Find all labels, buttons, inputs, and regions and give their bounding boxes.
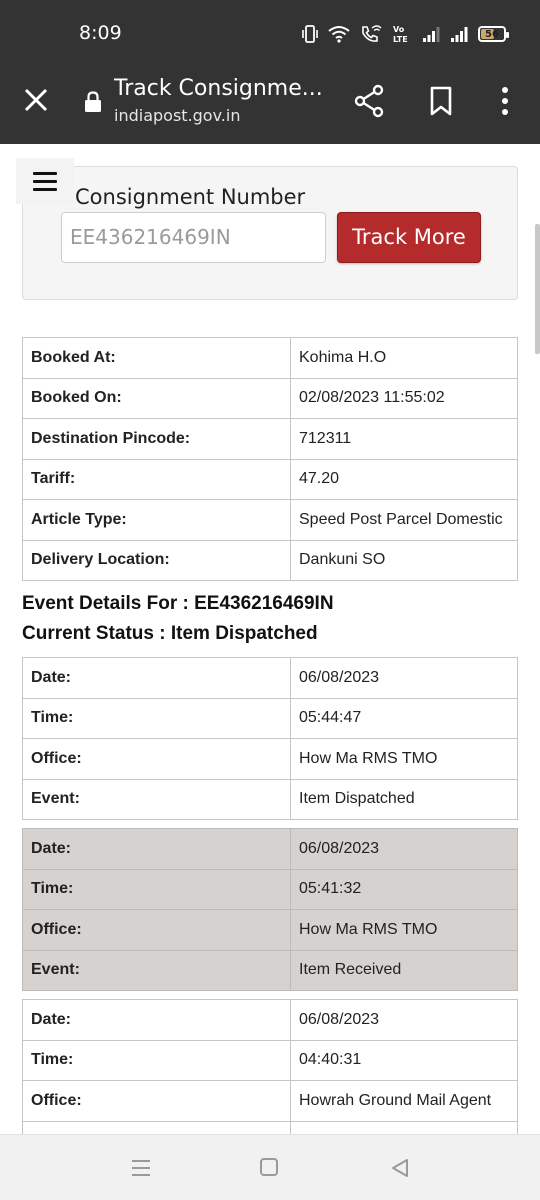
status-icons: Vo LTE 56 — [302, 22, 509, 46]
event-date-value: 06/08/2023 — [290, 999, 518, 1041]
signal-icon — [422, 25, 440, 43]
event-event-value: Item Received — [290, 949, 518, 991]
more-options-icon[interactable] — [495, 84, 515, 118]
web-page-content: Consignment Number EE436216469IN Track M… — [0, 144, 540, 1134]
menu-icon[interactable] — [16, 158, 74, 204]
table-row: Event: Item Dispatched — [22, 778, 518, 820]
browser-toolbar: Track Consignme... indiapost.gov.in — [0, 66, 540, 144]
consignment-search-panel: Consignment Number EE436216469IN Track M… — [22, 166, 518, 300]
consignment-number-input[interactable]: EE436216469IN — [61, 212, 326, 263]
booking-details-table: Booked At: Kohima H.O Booked On: 02/08/2… — [22, 337, 518, 581]
table-row: Booked At: Kohima H.O — [22, 337, 518, 379]
event-office-label: Office: — [22, 738, 291, 780]
recent-apps-icon[interactable] — [131, 1159, 151, 1177]
table-row: Event: Item Received — [22, 949, 518, 991]
event-table: Date: 06/08/2023 Time: 05:44:47 Office: … — [22, 657, 518, 820]
event-date-value: 06/08/2023 — [290, 657, 518, 699]
battery-icon: 56 — [478, 26, 509, 42]
article-type-value: Speed Post Parcel Domestic — [290, 499, 518, 541]
page-scrollbar[interactable] — [535, 224, 540, 354]
table-row: Date: 06/08/2023 — [22, 999, 518, 1041]
event-date-label: Date: — [22, 999, 291, 1041]
track-more-button[interactable]: Track More — [337, 212, 481, 263]
lock-icon[interactable] — [83, 91, 103, 113]
signal-icon — [450, 25, 468, 43]
destination-pincode-value: 712311 — [290, 418, 518, 460]
event-details-heading: Event Details For : EE436216469IN — [22, 593, 334, 614]
event-time-label: Time: — [22, 868, 291, 910]
back-icon[interactable] — [390, 1158, 410, 1178]
svg-text:Vo: Vo — [393, 25, 405, 34]
booked-on-value: 02/08/2023 11:55:02 — [290, 377, 518, 419]
event-event-label: Event: — [22, 778, 291, 820]
close-icon[interactable] — [22, 86, 50, 114]
event-date-label: Date: — [22, 657, 291, 699]
booked-at-value: Kohima H.O — [290, 337, 518, 379]
event-time-label: Time: — [22, 1039, 291, 1081]
bookmark-icon[interactable] — [428, 86, 454, 116]
table-row — [22, 1120, 518, 1134]
event-date-value: 06/08/2023 — [290, 828, 518, 870]
destination-pincode-label: Destination Pincode: — [22, 418, 291, 460]
article-type-label: Article Type: — [22, 499, 291, 541]
home-icon[interactable] — [260, 1158, 278, 1176]
table-row: Article Type: Speed Post Parcel Domestic — [22, 499, 518, 541]
status-time: 8:09 — [79, 22, 122, 44]
event-time-value: 05:44:47 — [290, 697, 518, 739]
table-row: Office: Howrah Ground Mail Agent — [22, 1080, 518, 1122]
event-office-label: Office: — [22, 1080, 291, 1122]
table-row: Time: 05:44:47 — [22, 697, 518, 739]
status-bar: 8:09 Vo LTE 56 — [0, 0, 540, 66]
table-row: Delivery Location: Dankuni SO — [22, 539, 518, 581]
consignment-number-label: Consignment Number — [75, 185, 306, 209]
table-row: Date: 06/08/2023 — [22, 657, 518, 699]
table-row: Office: How Ma RMS TMO — [22, 909, 518, 951]
booked-on-label: Booked On: — [22, 377, 291, 419]
table-row: Office: How Ma RMS TMO — [22, 738, 518, 780]
delivery-location-value: Dankuni SO — [290, 539, 518, 581]
event-time-value: 04:40:31 — [290, 1039, 518, 1081]
event-office-label: Office: — [22, 909, 291, 951]
page-url[interactable]: indiapost.gov.in — [114, 106, 240, 125]
event-table: Date: 06/08/2023 Time: 05:41:32 Office: … — [22, 828, 518, 991]
svg-text:LTE: LTE — [393, 35, 408, 44]
table-row: Date: 06/08/2023 — [22, 828, 518, 870]
event-event-label: Event: — [22, 949, 291, 991]
wifi-icon — [328, 25, 350, 43]
wifi-calling-icon — [360, 24, 382, 44]
table-row: Destination Pincode: 712311 — [22, 418, 518, 460]
current-status-heading: Current Status : Item Dispatched — [22, 623, 318, 644]
event-office-value: How Ma RMS TMO — [290, 738, 518, 780]
event-time-label: Time: — [22, 697, 291, 739]
share-icon[interactable] — [353, 84, 385, 118]
tariff-value: 47.20 — [290, 458, 518, 500]
table-row: Tariff: 47.20 — [22, 458, 518, 500]
event-event-label — [22, 1120, 291, 1134]
table-row: Time: 04:40:31 — [22, 1039, 518, 1081]
page-title: Track Consignme... — [114, 76, 323, 101]
event-event-value — [290, 1120, 518, 1134]
vibrate-icon — [302, 24, 318, 44]
event-date-label: Date: — [22, 828, 291, 870]
system-navigation-bar — [0, 1134, 540, 1200]
table-row: Time: 05:41:32 — [22, 868, 518, 910]
table-row: Booked On: 02/08/2023 11:55:02 — [22, 377, 518, 419]
event-office-value: Howrah Ground Mail Agent — [290, 1080, 518, 1122]
event-office-value: How Ma RMS TMO — [290, 909, 518, 951]
battery-level: 56 — [485, 28, 499, 40]
delivery-location-label: Delivery Location: — [22, 539, 291, 581]
event-time-value: 05:41:32 — [290, 868, 518, 910]
tariff-label: Tariff: — [22, 458, 291, 500]
booked-at-label: Booked At: — [22, 337, 291, 379]
event-event-value: Item Dispatched — [290, 778, 518, 820]
event-table: Date: 06/08/2023 Time: 04:40:31 Office: … — [22, 999, 518, 1134]
volte-icon: Vo LTE — [392, 24, 412, 44]
